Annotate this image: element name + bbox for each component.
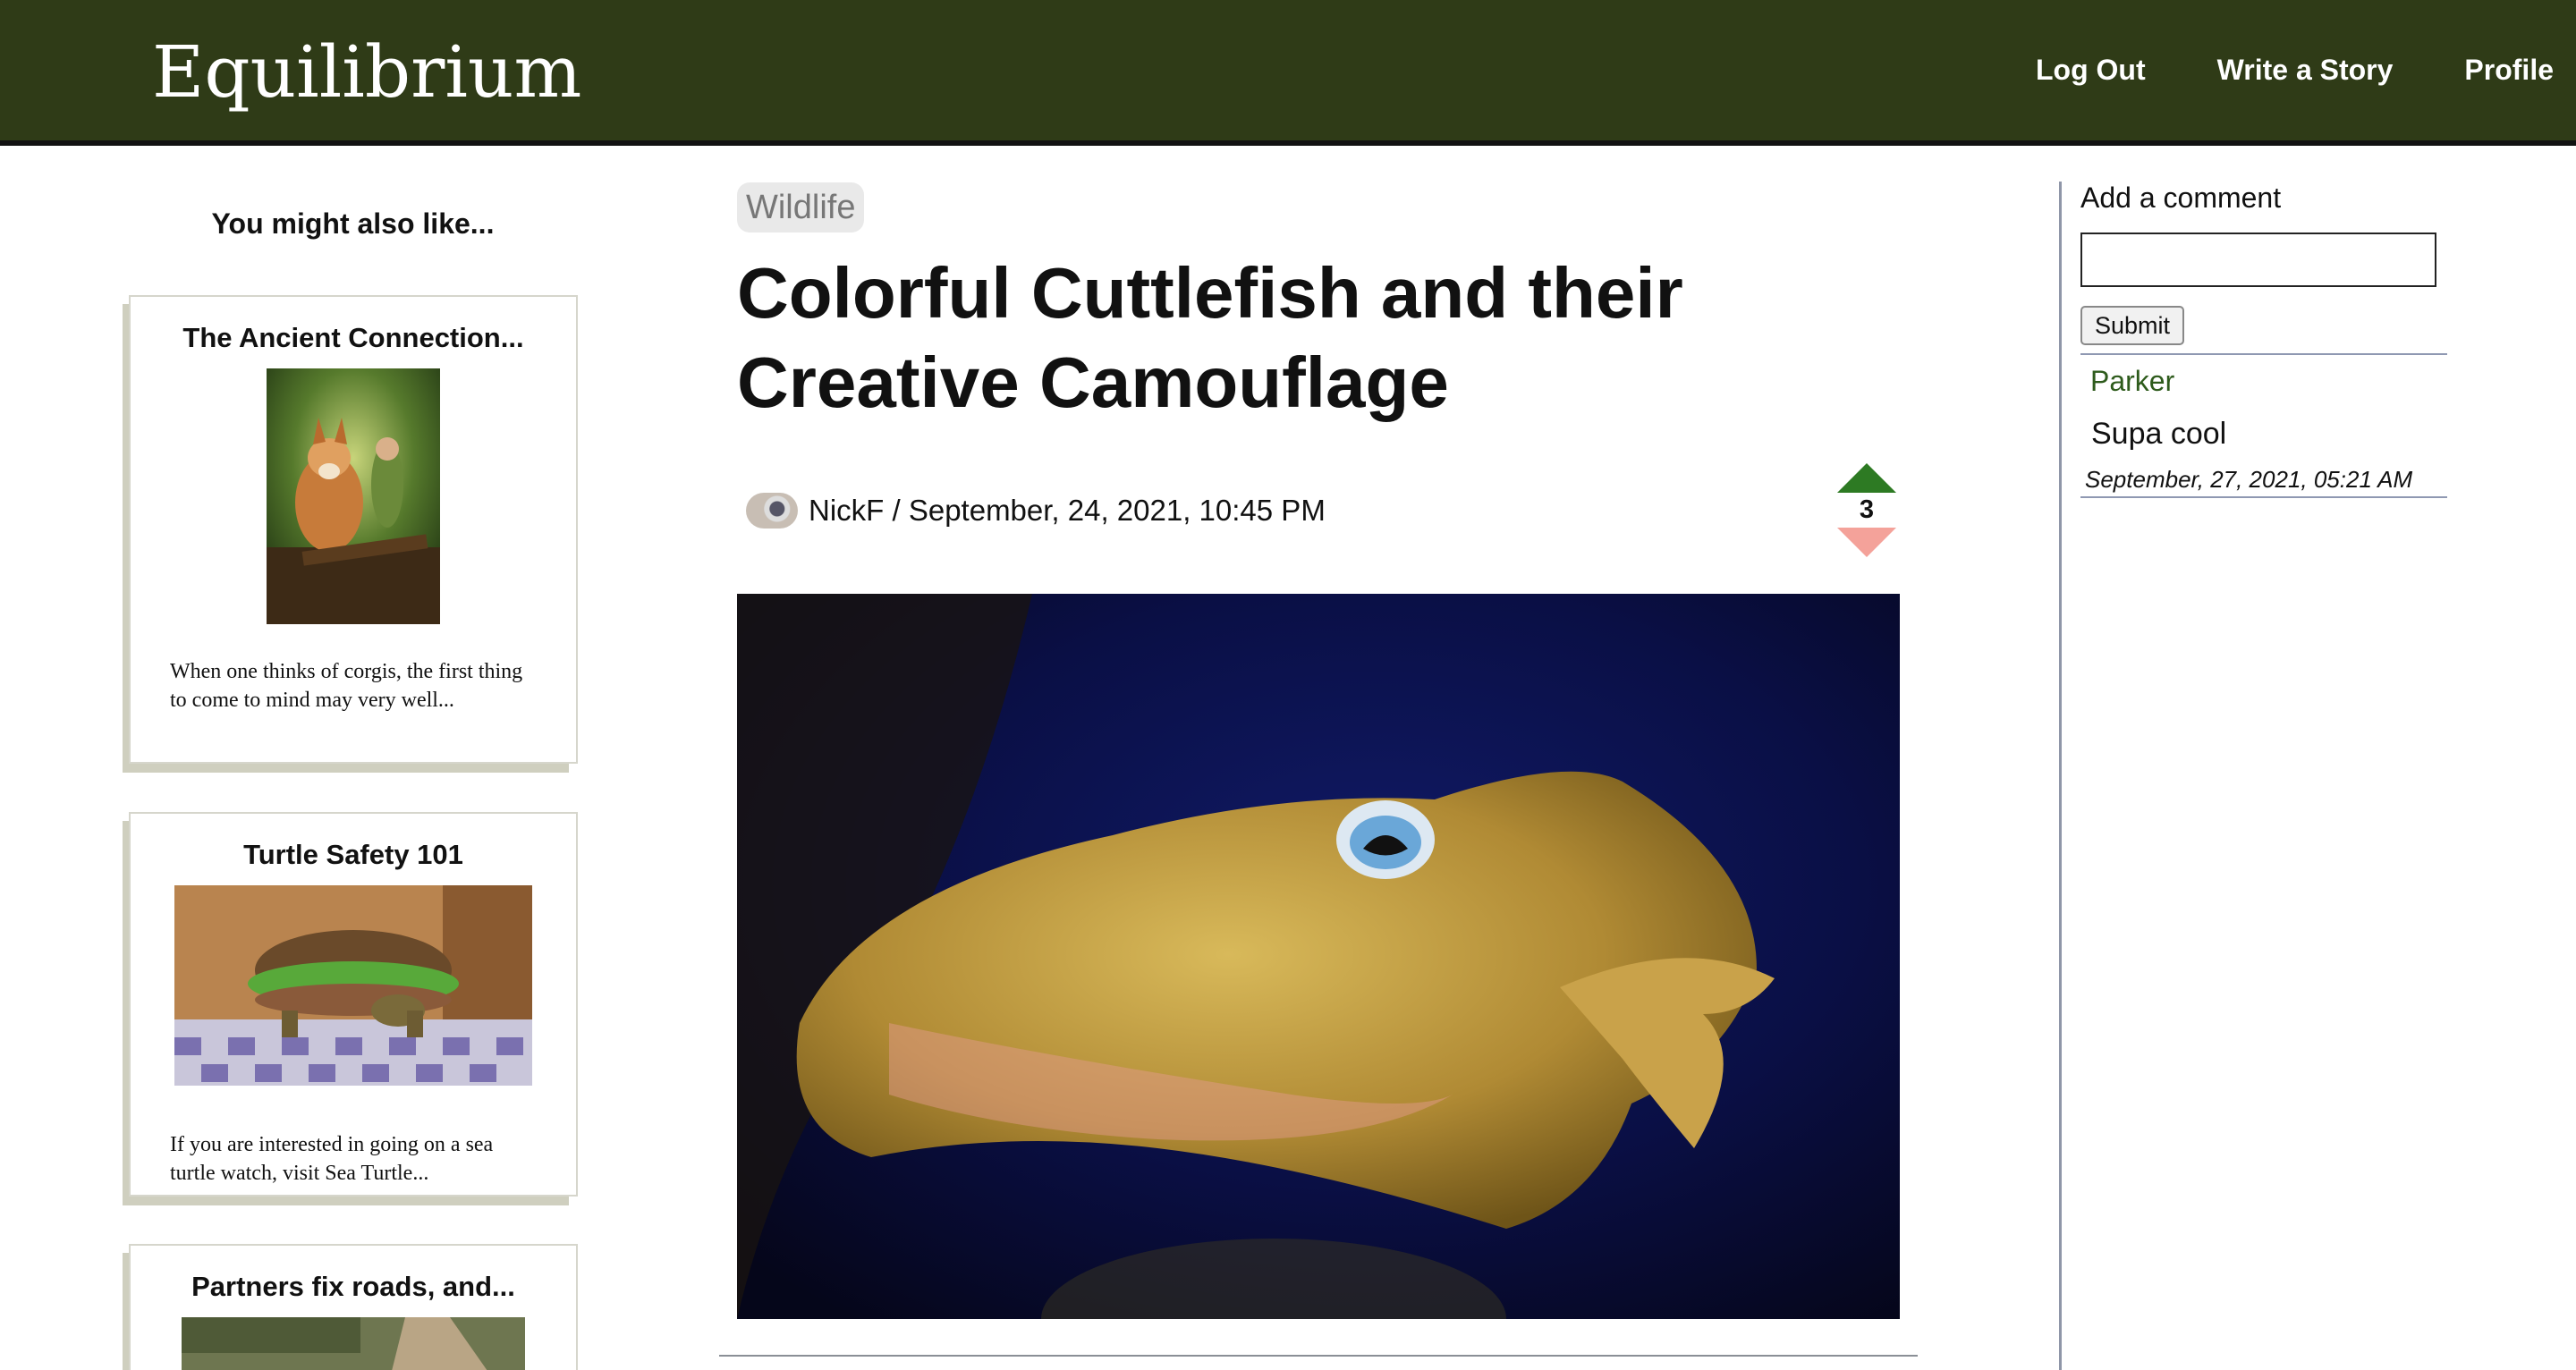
vote-count: 3: [1859, 495, 1875, 524]
card-excerpt: When one thinks of corgis, the first thi…: [170, 660, 523, 712]
byline: NickF / September, 24, 2021, 10:45 PM: [809, 494, 1326, 527]
turtle-burger-image: [174, 885, 532, 1086]
card-title: The Ancient Connection...: [182, 322, 524, 353]
recommendation-card[interactable]: The Ancient Connection... When one think…: [129, 295, 578, 764]
recommendation-card[interactable]: Turtle Safety 101 If you are interested …: [129, 812, 578, 1197]
comment-separator: [2080, 353, 2447, 355]
category-tag[interactable]: Wildlife: [737, 182, 865, 233]
comment-text: Supa cool: [2091, 417, 2227, 451]
recommendations-sidebar: You might also like... The Ancient Conne…: [123, 146, 583, 1370]
story-meta: NickF / September, 24, 2021, 10:45 PM: [746, 489, 1326, 532]
logout-link[interactable]: Log Out: [2036, 54, 2146, 87]
comment-input[interactable]: [2080, 233, 2436, 287]
profile-link[interactable]: Profile: [2464, 54, 2554, 87]
comment-form-label: Add a comment: [2080, 182, 2282, 214]
downvote-arrow-icon[interactable]: [1837, 528, 1896, 557]
comment-author[interactable]: Parker: [2090, 365, 2174, 398]
top-navbar: Equilibrium Log Out Write a Story Profil…: [0, 0, 2576, 146]
submit-button[interactable]: Submit: [2080, 306, 2184, 345]
card-title: Turtle Safety 101: [243, 839, 463, 870]
comment-separator: [2080, 496, 2447, 498]
content-divider: [719, 1355, 1918, 1357]
road-image: [182, 1317, 525, 1370]
story-hero-image: [737, 594, 1900, 1319]
comment-timestamp: September, 27, 2021, 05:21 AM: [2085, 466, 2413, 493]
recommendation-card[interactable]: Partners fix roads, and...: [129, 1244, 578, 1370]
upvote-arrow-icon[interactable]: [1837, 463, 1896, 493]
author-avatar[interactable]: [746, 493, 798, 529]
site-logo[interactable]: Equilibrium: [152, 30, 581, 114]
write-story-link[interactable]: Write a Story: [2217, 54, 2394, 87]
recommendations-heading: You might also like...: [211, 207, 495, 240]
comments-divider: [2059, 182, 2062, 1370]
story-title: Colorful Cuttlefish and their Creative C…: [737, 253, 1683, 422]
card-title: Partners fix roads, and...: [191, 1271, 515, 1302]
corgi-elf-image: [267, 368, 440, 624]
vote-widget: 3: [1835, 463, 1898, 560]
card-excerpt: If you are interested in going on a sea …: [170, 1133, 494, 1185]
nav-links: Log Out Write a Story Profile: [2036, 0, 2576, 140]
